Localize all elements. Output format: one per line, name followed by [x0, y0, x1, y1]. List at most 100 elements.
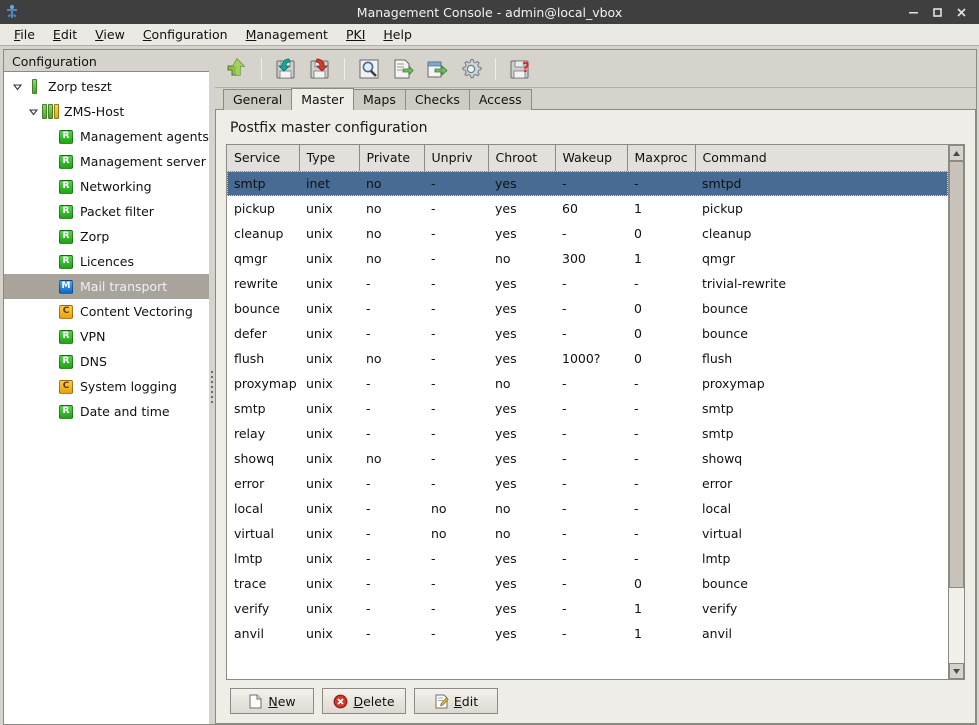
scroll-track[interactable] — [949, 161, 964, 663]
edit-button[interactable]: Edit — [414, 688, 498, 714]
table-row[interactable]: smtp inet no - yes - - smtpd — [227, 171, 948, 196]
tab-checks[interactable]: Checks — [404, 89, 470, 110]
table-row[interactable]: virtual unix - no no - - virtual — [227, 521, 948, 546]
close-button[interactable] — [949, 0, 973, 24]
document-exchange-icon[interactable] — [387, 53, 419, 85]
table-row[interactable]: relay unix - - yes - - smtp — [227, 421, 948, 446]
tree-item-mail-transport[interactable]: M Mail transport — [4, 274, 209, 299]
menu-view[interactable]: View — [87, 25, 133, 44]
cell-service: cleanup — [234, 226, 284, 241]
tree-item-management-agents[interactable]: R Management agents — [4, 124, 209, 149]
tree-item-content-vectoring[interactable]: C Content Vectoring — [4, 299, 209, 324]
cell-type: unix — [306, 226, 333, 241]
table-row[interactable]: showq unix no - yes - - showq — [227, 446, 948, 471]
badge-r-green-icon: R — [59, 204, 73, 219]
cell-maxproc: - — [634, 426, 639, 441]
table-row[interactable]: defer unix - - yes - 0 bounce — [227, 321, 948, 346]
tree-item-zms-host[interactable]: ZMS-Host — [4, 99, 209, 124]
new-button[interactable]: New — [230, 688, 314, 714]
menu-configuration[interactable]: Configuration — [135, 25, 236, 44]
table-row[interactable]: rewrite unix - - yes - - trivial-rewrite — [227, 271, 948, 296]
tab-label: General — [233, 92, 283, 107]
cell-command: bounce — [702, 301, 748, 316]
minimize-button[interactable] — [901, 0, 925, 24]
badge-r-green-icon: R — [59, 129, 73, 144]
tree-item-vpn[interactable]: R VPN — [4, 324, 209, 349]
upload-icon[interactable] — [221, 53, 253, 85]
tree-item-packet-filter[interactable]: R Packet filter — [4, 199, 209, 224]
menu-help[interactable]: Help — [375, 25, 420, 44]
column-header-unpriv[interactable]: Unpriv — [424, 145, 489, 172]
save-help-icon[interactable]: ? — [504, 53, 536, 85]
scroll-up-arrow-icon[interactable] — [949, 145, 964, 161]
table-vertical-scrollbar[interactable] — [948, 145, 964, 679]
cell-command: error — [702, 476, 733, 491]
cell-wakeup: - — [562, 476, 567, 491]
menu-edit[interactable]: Edit — [45, 25, 85, 44]
column-header-chroot[interactable]: Chroot — [488, 145, 556, 172]
cell-unpriv: - — [431, 326, 436, 341]
column-header-private[interactable]: Private — [359, 145, 425, 172]
cell-unpriv: - — [431, 426, 436, 441]
maximize-button[interactable] — [925, 0, 949, 24]
cell-command: bounce — [702, 326, 748, 341]
chevron-down-icon[interactable] — [26, 107, 40, 116]
cell-command: flush — [702, 351, 733, 366]
column-header-wakeup[interactable]: Wakeup — [555, 145, 628, 172]
export-icon[interactable] — [421, 53, 453, 85]
cell-service: relay — [234, 426, 266, 441]
chevron-down-icon[interactable] — [10, 82, 24, 91]
scroll-thumb[interactable] — [949, 161, 964, 588]
tree-item-licences[interactable]: R Licences — [4, 249, 209, 274]
tree-item-zorp-teszt[interactable]: Zorp teszt — [4, 74, 209, 99]
tree-item-networking[interactable]: R Networking — [4, 174, 209, 199]
table-row[interactable]: lmtp unix - - yes - - lmtp — [227, 546, 948, 571]
services-table[interactable]: Service Type Private Unpriv Chroot Wakeup Maxp… — [227, 145, 948, 646]
gear-icon[interactable] — [455, 53, 487, 85]
tree-item-dns[interactable]: R DNS — [4, 349, 209, 374]
cell-unpriv: no — [431, 501, 447, 516]
table-row[interactable]: error unix - - yes - - error — [227, 471, 948, 496]
table-row[interactable]: trace unix - - yes - 0 bounce — [227, 571, 948, 596]
delete-button[interactable]: Delete — [322, 688, 406, 714]
cell-private: no — [366, 176, 382, 192]
menu-management[interactable]: Management — [238, 25, 336, 44]
tab-label: Maps — [362, 92, 396, 107]
search-icon[interactable] — [353, 53, 385, 85]
column-header-service[interactable]: Service — [227, 145, 300, 172]
table-row[interactable]: anvil unix - - yes - 1 anvil — [227, 621, 948, 646]
table-row[interactable]: smtp unix - - yes - - smtp — [227, 396, 948, 421]
table-row[interactable]: local unix - no no - - local — [227, 496, 948, 521]
tab-maps[interactable]: Maps — [352, 89, 406, 110]
cell-command: bounce — [702, 576, 748, 591]
tab-access[interactable]: Access — [468, 89, 532, 110]
table-body[interactable]: smtp inet no - yes - - smtpd pickup unix no - yes 60 1… — [227, 171, 948, 646]
save-upload-icon[interactable] — [304, 53, 336, 85]
tab-general[interactable]: General — [223, 89, 293, 110]
column-header-command[interactable]: Command — [695, 145, 948, 172]
tree-item-system-logging[interactable]: C System logging — [4, 374, 209, 399]
tree-item-zorp[interactable]: R Zorp — [4, 224, 209, 249]
tab-master[interactable]: Master — [291, 88, 354, 110]
table-row[interactable]: qmgr unix no - no 300 1 qmgr — [227, 246, 948, 271]
save-download-icon[interactable] — [270, 53, 302, 85]
configuration-tree[interactable]: Zorp teszt ZMS-Host R Management agents R Man… — [4, 72, 209, 724]
scroll-down-arrow-icon[interactable] — [949, 663, 964, 679]
table-row[interactable]: pickup unix no - yes 60 1 pickup — [227, 196, 948, 221]
table-row[interactable]: cleanup unix no - yes - 0 cleanup — [227, 221, 948, 246]
cell-maxproc: 0 — [634, 301, 642, 316]
table-row[interactable]: verify unix - - yes - 1 verify — [227, 596, 948, 621]
table-row[interactable]: bounce unix - - yes - 0 bounce — [227, 296, 948, 321]
cell-private: - — [366, 326, 371, 341]
cell-command: smtpd — [702, 176, 742, 192]
tree-item-management-server[interactable]: R Management server — [4, 149, 209, 174]
table-row[interactable]: proxymap unix - - no - - proxymap — [227, 371, 948, 396]
menu-file[interactable]: File — [6, 25, 43, 44]
svg-text:?: ? — [522, 61, 530, 76]
window-controls — [901, 0, 979, 24]
table-row[interactable]: flush unix no - yes 1000? 0 flush — [227, 346, 948, 371]
column-header-maxproc[interactable]: Maxproc — [627, 145, 696, 172]
column-header-type[interactable]: Type — [299, 145, 360, 172]
menu-pki[interactable]: PKI — [338, 25, 373, 44]
tree-item-date-and-time[interactable]: R Date and time — [4, 399, 209, 424]
